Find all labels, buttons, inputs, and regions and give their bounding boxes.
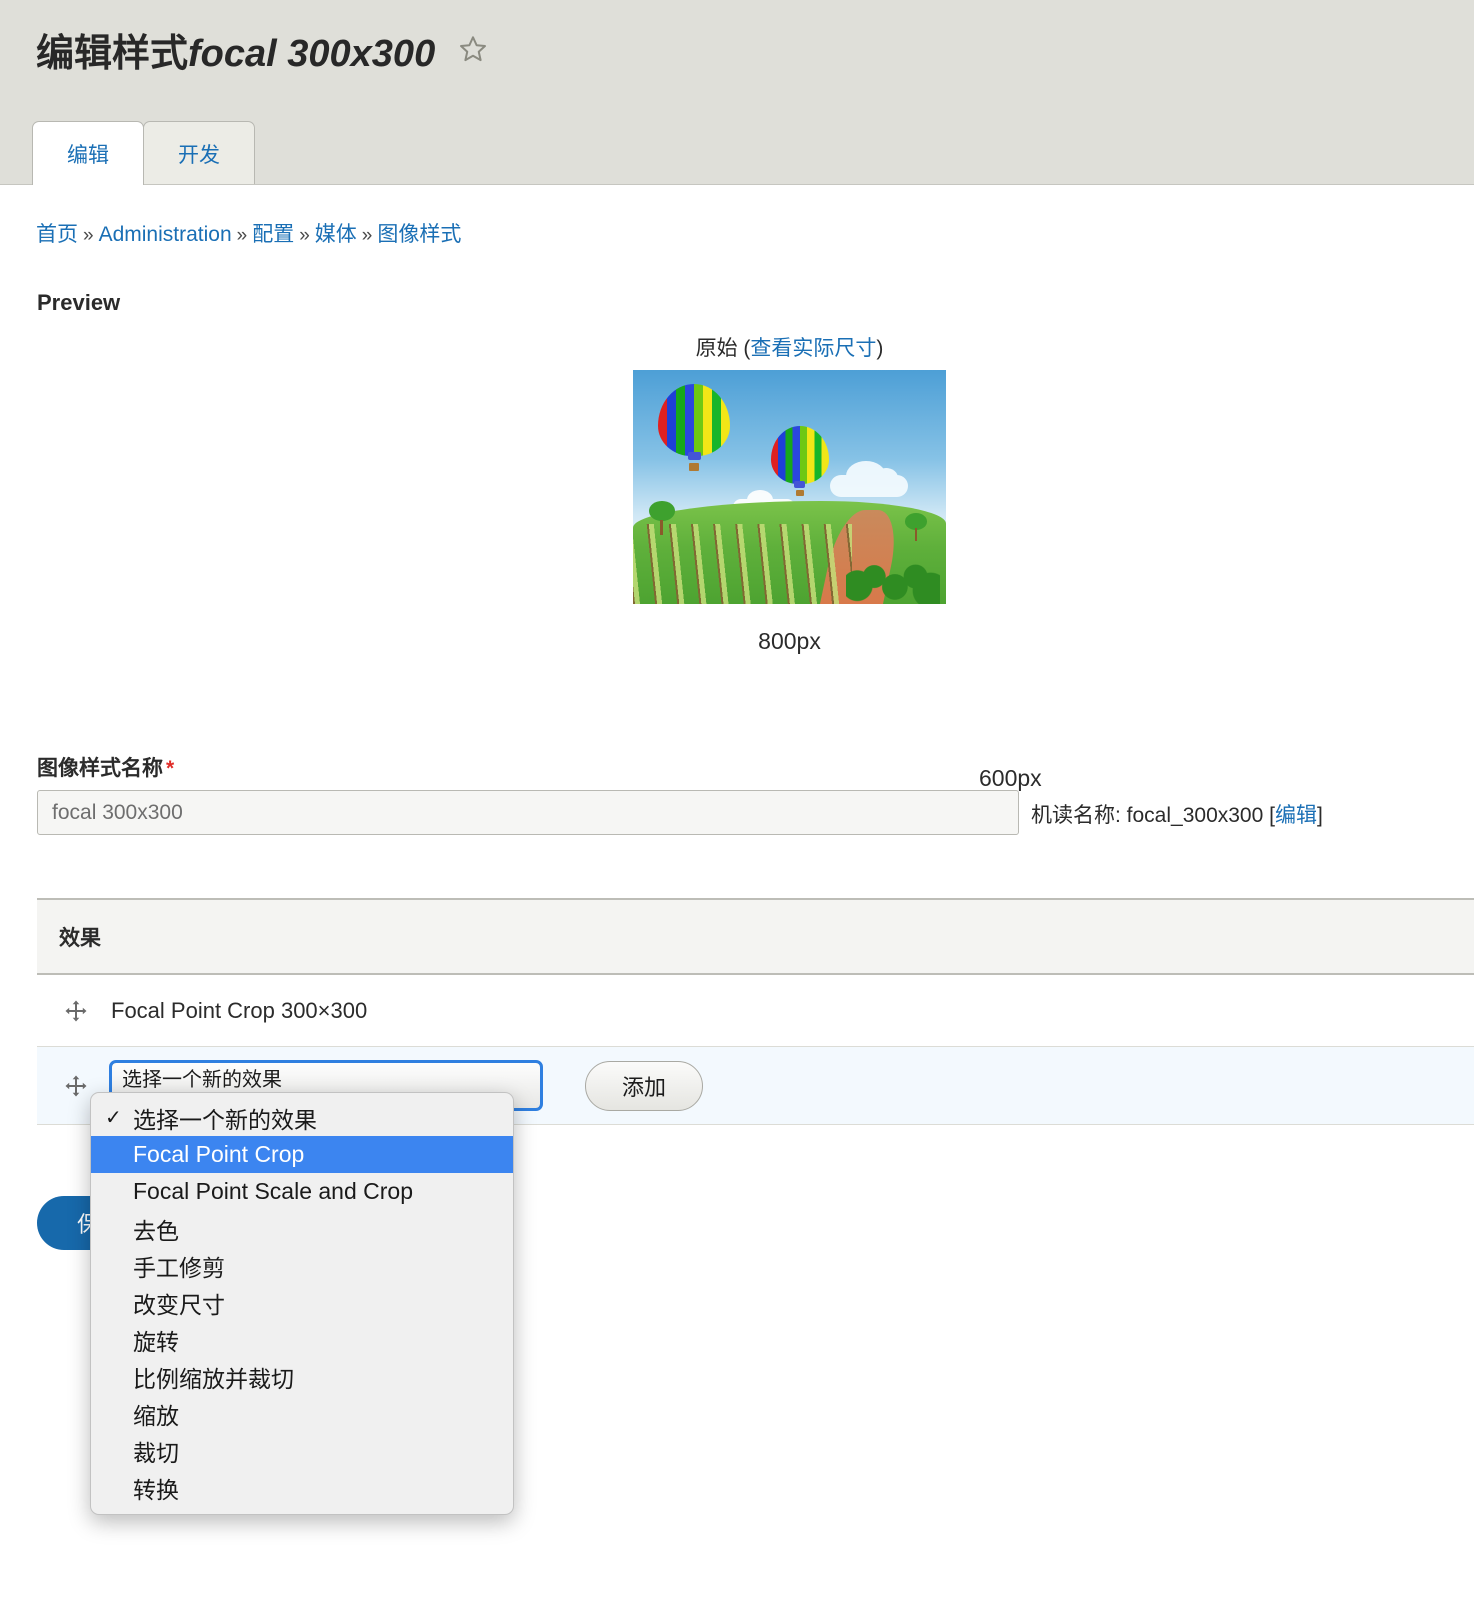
preview-caption-prefix: 原始 ( [695,337,751,360]
cloud-icon [830,461,909,498]
page-title-prefix: 编辑样式 [36,33,189,75]
height-dimension-label: 600px [979,765,1042,791]
dropdown-option-label: 转换 [133,1476,179,1503]
vineyard-rows [633,524,853,604]
dropdown-option-label: 选择一个新的效果 [133,1106,317,1133]
dropdown-option-label: 比例缩放并裁切 [133,1365,294,1392]
image-style-name-label: 图像样式名称 * [37,752,174,782]
dropdown-option-desaturate[interactable]: 去色 [91,1210,513,1247]
preview-image [633,370,946,604]
breadcrumb: 首页» Administration» 配置» 媒体» 图像样式 [36,218,461,248]
dropdown-option-label: Focal Point Scale and Crop [133,1178,413,1204]
tab-devel-label: 开发 [178,143,220,167]
dropdown-option-manual-crop[interactable]: 手工修剪 [91,1247,513,1284]
dropdown-option-resize[interactable]: 改变尺寸 [91,1284,513,1321]
tab-bar: 编辑 开发 [32,118,255,185]
required-marker: * [166,757,175,780]
drag-move-icon[interactable] [59,1069,93,1103]
width-dimension-label: 800px [758,628,821,654]
image-style-name-input[interactable] [37,790,1019,835]
breadcrumb-separator: » [83,225,94,246]
machine-name: 机读名称: focal_300x300 [编辑] [1031,799,1323,829]
tab-edit[interactable]: 编辑 [32,121,144,185]
preview-original: 原始 (查看实际尺寸) 600px 800px [633,332,1093,791]
page-title-style-name: focal 300x300 [188,33,436,75]
breadcrumb-item-configuration[interactable]: 配置 [252,223,294,246]
dropdown-option-label: 手工修剪 [133,1254,225,1281]
breadcrumb-separator: » [236,225,248,246]
view-actual-size-link[interactable]: 查看实际尺寸 [750,337,876,360]
page-title: 编辑样式focal 300x300 [36,22,488,77]
page-root: 编辑样式focal 300x300 编辑 开发 首页» Administratio… [0,0,1474,1614]
effects-table: 效果 Focal Point Crop 300×300 选择一个新的效果 添加 [37,898,1474,1125]
preview-caption: 原始 (查看实际尺寸) [633,332,946,362]
dropdown-option-label: 改变尺寸 [133,1291,225,1318]
image-style-name-label-text: 图像样式名称 [37,757,163,780]
tree-icon [905,512,928,541]
tab-devel[interactable]: 开发 [143,121,255,185]
effect-name: Focal Point Crop 300×300 [111,997,368,1023]
tab-underline-divider [0,184,1474,185]
machine-name-bracket-close: ] [1316,804,1323,827]
tab-edit-label: 编辑 [67,143,109,167]
dropdown-option-label: Focal Point Crop [133,1141,305,1167]
dropdown-option-focal-point-crop[interactable]: Focal Point Crop [91,1136,513,1173]
dropdown-option-crop[interactable]: 裁切 [91,1432,513,1469]
effects-column-header: 效果 [59,926,101,950]
dropdown-option-focal-point-scale-and-crop[interactable]: Focal Point Scale and Crop [91,1173,513,1210]
drag-move-icon[interactable] [59,994,93,1028]
check-icon: ✓ [105,1107,122,1129]
add-effect-button[interactable]: 添加 [585,1060,704,1111]
machine-name-edit-link[interactable]: 编辑 [1275,804,1317,827]
header-band: 编辑样式focal 300x300 编辑 开发 [0,0,1474,185]
machine-name-value: focal_300x300 [1126,804,1264,827]
dropdown-option-convert[interactable]: 转换 [91,1469,513,1506]
dropdown-option-label: 裁切 [133,1439,179,1466]
hot-air-balloon-icon [770,426,829,500]
dropdown-option-label: 旋转 [133,1328,179,1355]
dropdown-option-scale-and-crop[interactable]: 比例缩放并裁切 [91,1358,513,1395]
dropdown-option-select-new-effect[interactable]: ✓ 选择一个新的效果 [91,1099,513,1136]
dropdown-option-label: 去色 [133,1217,179,1244]
table-row: Focal Point Crop 300×300 [37,975,1474,1047]
effect-select-dropdown[interactable]: ✓ 选择一个新的效果 Focal Point Crop Focal Point … [90,1092,514,1515]
breadcrumb-item-administration[interactable]: Administration [99,223,232,246]
hedge-bushes [845,543,940,604]
hot-air-balloon-icon [658,384,731,476]
breadcrumb-separator: » [361,225,373,246]
breadcrumb-separator: » [299,225,310,246]
dropdown-option-rotate[interactable]: 旋转 [91,1321,513,1358]
dropdown-option-label: 缩放 [133,1402,179,1429]
new-effect-select-value: 选择一个新的效果 [122,1069,282,1091]
preview-caption-suffix: ) [876,337,884,360]
dropdown-option-scale[interactable]: 缩放 [91,1395,513,1432]
breadcrumb-item-media[interactable]: 媒体 [315,223,357,246]
tree-icon [648,501,675,536]
machine-name-prefix: 机读名称: [1031,804,1127,827]
preview-section-label: Preview [37,290,121,315]
effects-table-header: 效果 [37,898,1474,975]
star-outline-icon[interactable] [458,34,488,64]
breadcrumb-item-home[interactable]: 首页 [36,223,78,246]
breadcrumb-item-image-styles[interactable]: 图像样式 [377,223,461,246]
